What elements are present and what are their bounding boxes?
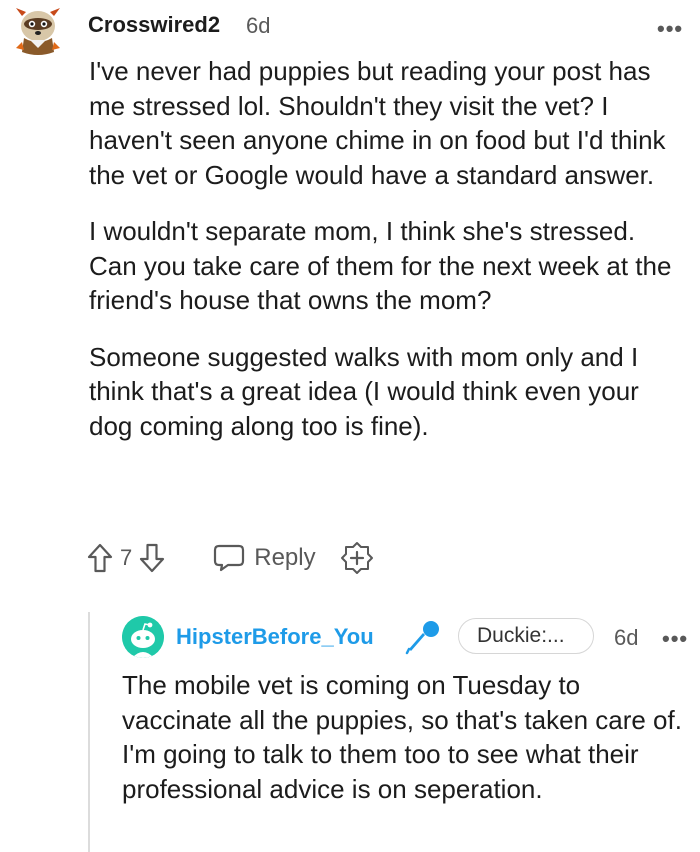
comment-paragraph: I've never had puppies but reading your …: [89, 56, 666, 190]
add-award-icon[interactable]: [340, 541, 374, 575]
reply-body: The mobile vet is coming on Tuesday to v…: [122, 670, 682, 804]
more-options-icon[interactable]: •••: [657, 18, 683, 40]
vote-count: 7: [120, 545, 133, 570]
reply-label: Reply: [254, 544, 316, 571]
reply-bubble-icon: [214, 544, 245, 572]
raccoon-avatar-icon[interactable]: [10, 2, 66, 58]
comment-body: I've never had puppies but reading your …: [89, 54, 689, 465]
comment-author[interactable]: Crosswired2: [88, 12, 220, 38]
reply-age: 6d: [614, 625, 639, 650]
upvote-icon[interactable]: [86, 542, 114, 574]
comment-paragraph: Someone suggested walks with mom only an…: [89, 341, 639, 441]
more-options-icon[interactable]: •••: [662, 628, 688, 650]
reply-button[interactable]: Reply: [212, 543, 316, 573]
microphone-icon: [404, 618, 442, 656]
snoo-avatar-icon[interactable]: [122, 616, 164, 658]
downvote-icon[interactable]: [138, 542, 166, 574]
thread-line[interactable]: [88, 612, 90, 852]
comment-paragraph: I wouldn't separate mom, I think she's s…: [89, 216, 672, 315]
comment-age: 6d: [246, 13, 271, 38]
reply-author[interactable]: HipsterBefore_You: [176, 624, 374, 650]
comment-actions: 7 Reply: [86, 538, 374, 578]
user-flair: Duckie:...: [458, 618, 594, 654]
